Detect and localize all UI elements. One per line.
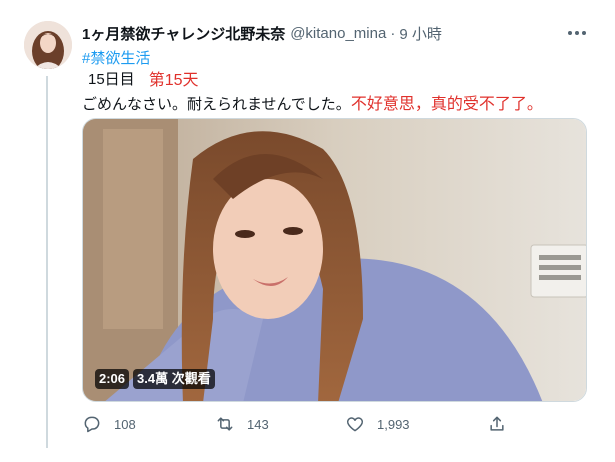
tweet-timestamp[interactable]: 9 小時 xyxy=(399,23,442,44)
separator-dot: · xyxy=(390,24,396,42)
heart-icon xyxy=(346,417,364,432)
video-duration-badge: 2:06 xyxy=(95,369,130,389)
retweet-count: 143 xyxy=(247,416,269,432)
avatar[interactable] xyxy=(24,21,72,69)
tweet-text: ごめんなさい。耐えられませんでした。不好意思，真的受不了了。 xyxy=(82,90,543,114)
like-count: 1,993 xyxy=(377,416,410,432)
tweet-text-jp: ごめんなさい。耐えられませんでした。 xyxy=(82,96,351,113)
reply-count: 108 xyxy=(114,416,136,432)
video-thumbnail xyxy=(83,119,586,401)
video-views-badge: 3.4萬 次觀看 xyxy=(133,369,215,389)
hashtag-link[interactable]: #禁欲生活 xyxy=(82,47,150,68)
like-button[interactable]: 1,993 xyxy=(345,414,410,434)
day-label-cn: 第15天 xyxy=(148,72,199,89)
day-label-jp: 15日目 xyxy=(88,70,135,88)
tweet-header: 1ヶ月禁欲チャレンジ北野未奈 @kitano_mina · 9 小時 xyxy=(82,23,442,43)
share-button[interactable] xyxy=(487,414,519,434)
thread-line xyxy=(46,76,48,448)
video-player[interactable]: 2:06 3.4萬 次觀看 xyxy=(82,118,587,402)
display-name[interactable]: 1ヶ月禁欲チャレンジ北野未奈 xyxy=(82,23,285,44)
user-handle[interactable]: @kitano_mina xyxy=(290,25,386,42)
video-badges: 2:06 3.4萬 次觀看 xyxy=(95,369,215,389)
tweet-text-cn: 不好意思，真的受不了了。 xyxy=(350,96,543,113)
tweet-actions: 108 143 1,993 xyxy=(82,414,512,438)
reply-button[interactable]: 108 xyxy=(82,414,136,434)
reply-icon xyxy=(84,416,100,433)
more-options-icon[interactable] xyxy=(565,26,589,40)
day-line: 15日目 第15天 xyxy=(88,66,199,90)
retweet-button[interactable]: 143 xyxy=(215,414,269,434)
retweet-icon xyxy=(217,417,233,431)
share-icon xyxy=(490,416,504,431)
